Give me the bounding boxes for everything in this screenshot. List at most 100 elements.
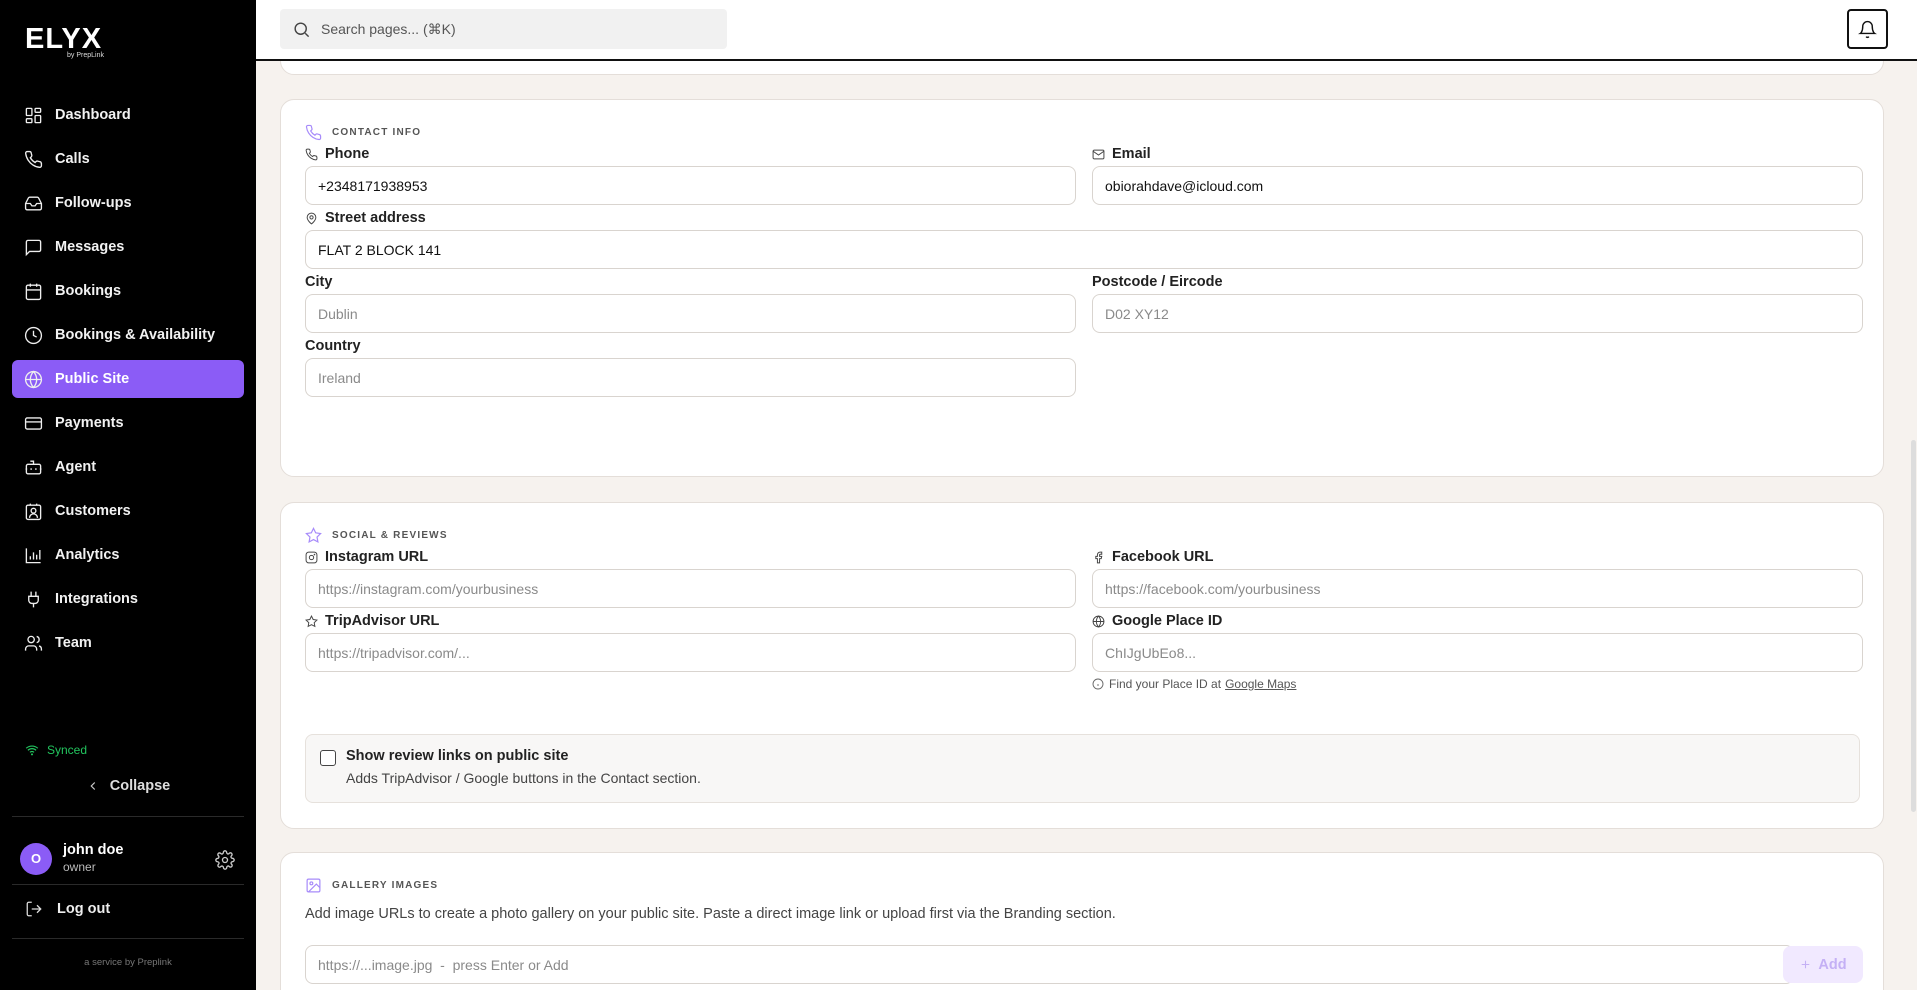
postcode-label-text: Postcode / Eircode: [1092, 274, 1223, 290]
sidebar-item-team[interactable]: Team: [12, 624, 244, 662]
logout-label: Log out: [57, 901, 111, 917]
show-review-links-checkbox[interactable]: [320, 750, 336, 766]
city-label: City: [305, 274, 332, 290]
sidebar-item-label: Bookings & Availability: [55, 327, 216, 343]
sidebar-item-customers[interactable]: Customers: [12, 492, 244, 530]
street-address-label: Street address: [305, 210, 426, 226]
plus-icon: [1802, 960, 1810, 969]
section-title: SOCIAL & REVIEWS: [332, 530, 448, 541]
postcode-field[interactable]: [1092, 294, 1863, 333]
tripadvisor-label-text: TripAdvisor URL: [325, 613, 440, 629]
gallery-images-card: GALLERY IMAGES Add image URLs to create …: [280, 852, 1884, 990]
add-image-button[interactable]: Add: [1783, 946, 1863, 983]
city-field[interactable]: [305, 294, 1076, 333]
contact-icon: [25, 503, 42, 520]
dashboard-icon: [25, 107, 42, 123]
country-label-text: Country: [305, 338, 361, 354]
phone-icon: [305, 148, 318, 160]
sidebar-item-public-site[interactable]: Public Site: [12, 360, 244, 398]
email-field[interactable]: [1092, 166, 1863, 205]
bar-chart-icon: [25, 547, 41, 563]
street-label-text: Street address: [325, 210, 426, 226]
add-button-label: Add: [1818, 956, 1847, 973]
phone-label-text: Phone: [325, 146, 370, 162]
facebook-url-field[interactable]: [1092, 569, 1863, 608]
google-maps-link[interactable]: Google Maps: [1225, 677, 1296, 691]
place-id-hint: Find your Place ID at Google Maps: [1092, 677, 1296, 691]
map-pin-icon: [306, 212, 317, 225]
sidebar-item-messages[interactable]: Messages: [12, 228, 244, 266]
sidebar-item-follow-ups[interactable]: Follow-ups: [12, 184, 244, 222]
service-footer: a service by Preplink: [84, 957, 172, 968]
sidebar-item-dashboard[interactable]: Dashboard: [12, 96, 244, 134]
email-label: Email: [1092, 146, 1151, 162]
section-title: GALLERY IMAGES: [332, 880, 439, 891]
logo-subtext: by PrepLink: [67, 52, 104, 59]
logo-text: ELYX: [25, 23, 103, 55]
section-title: CONTACT INFO: [332, 127, 422, 138]
globe-icon: [24, 370, 43, 388]
sidebar-item-bookings-availability[interactable]: Bookings & Availability: [12, 316, 244, 354]
sidebar-item-label: Dashboard: [55, 107, 131, 123]
gallery-heading: GALLERY IMAGES: [305, 877, 438, 894]
facebook-icon: [1095, 551, 1103, 563]
star-icon: [305, 614, 318, 627]
collapse-button[interactable]: Collapse: [0, 778, 256, 794]
review-option-description: Adds TripAdvisor / Google buttons in the…: [346, 770, 701, 786]
sidebar-item-calls[interactable]: Calls: [12, 140, 244, 178]
scrollbar[interactable]: [1911, 440, 1916, 812]
phone-icon: [24, 150, 43, 168]
search-input[interactable]: [321, 21, 701, 37]
sidebar: ELYX by PrepLink Dashboard Calls Follow-…: [0, 0, 256, 990]
review-links-option: Show review links on public site Adds Tr…: [305, 734, 1860, 803]
google-label-text: Google Place ID: [1112, 613, 1223, 629]
facebook-label-text: Facebook URL: [1112, 549, 1214, 565]
review-option-title: Show review links on public site: [346, 748, 569, 764]
sidebar-item-payments[interactable]: Payments: [12, 404, 244, 442]
bell-icon: [1858, 20, 1877, 38]
main-content: CONTACT INFO Phone Email Street address …: [256, 61, 1917, 990]
notifications-button[interactable]: [1847, 9, 1888, 49]
sidebar-item-label: Public Site: [55, 371, 130, 387]
clock-icon: [24, 326, 43, 344]
search-bar[interactable]: [280, 9, 727, 49]
mail-icon: [1092, 149, 1105, 159]
sidebar-item-label: Team: [55, 635, 92, 651]
collapse-label: Collapse: [109, 778, 171, 794]
instagram-url-field[interactable]: [305, 569, 1076, 608]
inbox-icon: [24, 195, 43, 211]
social-reviews-heading: SOCIAL & REVIEWS: [305, 527, 448, 544]
sidebar-item-analytics[interactable]: Analytics: [12, 536, 244, 574]
tripadvisor-url-field[interactable]: [305, 633, 1076, 672]
gallery-description: Add image URLs to create a photo gallery…: [305, 906, 1116, 922]
logout-button[interactable]: Log out: [25, 900, 110, 918]
user-profile[interactable]: O john doe owner: [20, 842, 123, 875]
sync-status-label: Synced: [47, 743, 88, 757]
sidebar-divider: [12, 938, 244, 939]
street-address-field[interactable]: [305, 230, 1863, 269]
sync-status: Synced: [25, 743, 87, 757]
wifi-icon: [25, 745, 39, 756]
tripadvisor-label: TripAdvisor URL: [305, 613, 439, 629]
sidebar-item-agent[interactable]: Agent: [12, 448, 244, 486]
sidebar-item-bookings[interactable]: Bookings: [12, 272, 244, 310]
user-role: owner: [63, 860, 96, 874]
gallery-image-url-field[interactable]: [305, 945, 1794, 984]
country-field[interactable]: [305, 358, 1076, 397]
phone-label: Phone: [305, 146, 369, 162]
app-logo[interactable]: ELYX by PrepLink: [25, 24, 104, 59]
search-icon: [294, 21, 310, 37]
facebook-label: Facebook URL: [1092, 549, 1214, 565]
google-place-id-field[interactable]: [1092, 633, 1863, 672]
calendar-icon: [25, 283, 42, 300]
globe-icon: [1092, 614, 1105, 628]
avatar: O: [20, 842, 52, 875]
sidebar-item-label: Analytics: [55, 547, 120, 563]
chevron-left-icon: [90, 782, 95, 790]
bot-icon: [25, 459, 42, 475]
instagram-label-text: Instagram URL: [325, 549, 429, 565]
phone-field[interactable]: [305, 166, 1076, 205]
sidebar-divider: [12, 884, 244, 885]
sidebar-item-integrations[interactable]: Integrations: [12, 580, 244, 618]
gear-icon[interactable]: [215, 850, 235, 870]
